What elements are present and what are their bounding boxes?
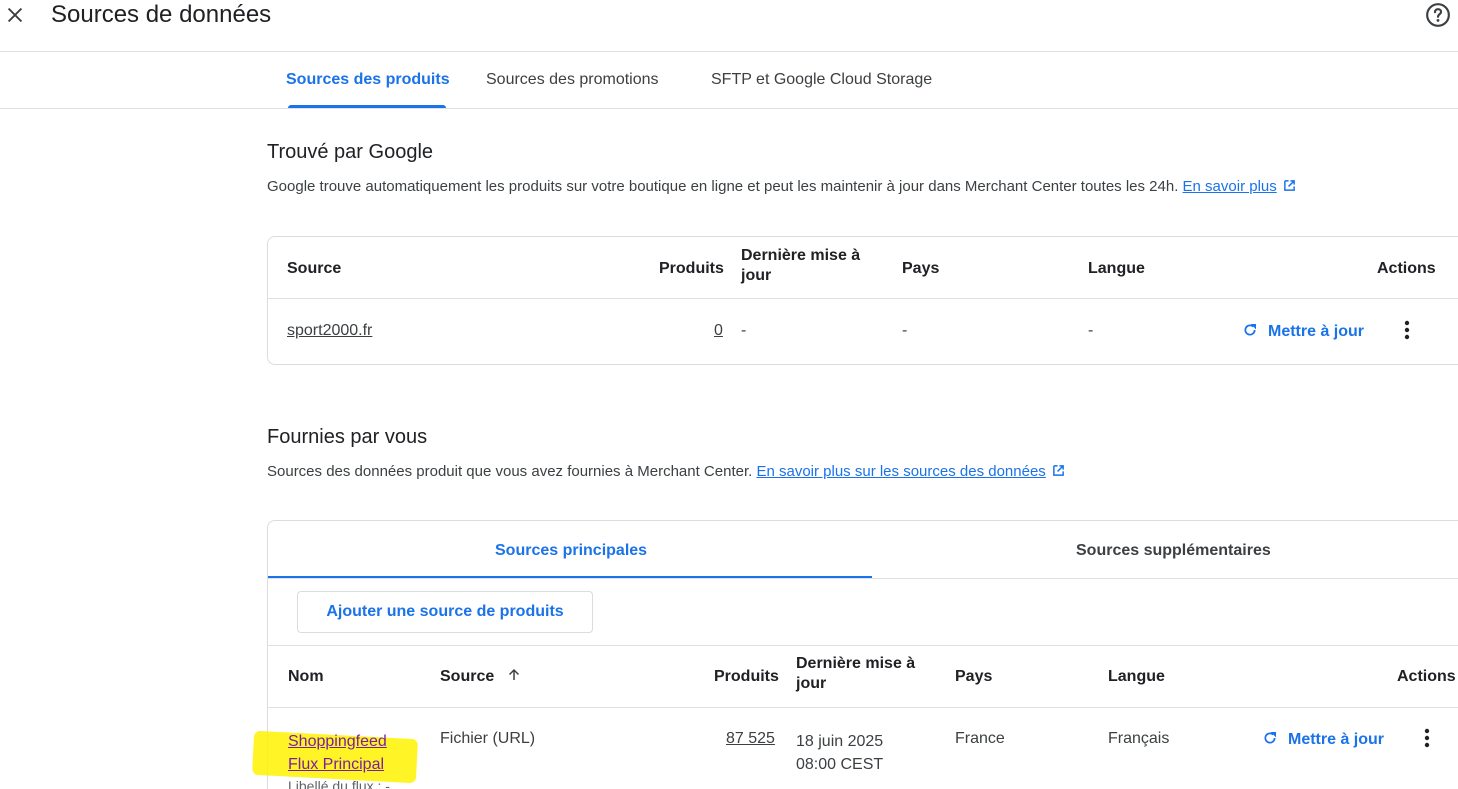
tab-sftp-gcs[interactable]: SFTP et Google Cloud Storage <box>711 71 932 89</box>
col-header-name: Nom <box>288 668 324 685</box>
learn-more-link[interactable]: En savoir plus <box>1183 178 1277 195</box>
source-name-line1: Shoppingfeed <box>288 733 387 750</box>
arrow-up-icon <box>508 668 519 680</box>
language-value: - <box>1088 322 1094 339</box>
provided-by-you-desc-text: Sources des données produit que vous ave… <box>267 463 753 480</box>
help-icon[interactable] <box>1425 2 1451 28</box>
refresh-icon <box>1264 732 1276 744</box>
tab-primary-sources[interactable]: Sources principales <box>495 542 647 560</box>
col-header-language: Langue <box>1088 260 1145 277</box>
provided-sources-card: Sources principales Sources supplémentai… <box>251 520 1458 789</box>
products-count-link[interactable]: 87 525 <box>726 730 775 748</box>
page-header: Sources de données <box>0 0 1458 52</box>
add-product-source-button[interactable]: Ajouter une source de produits <box>297 591 593 633</box>
row-divider <box>268 298 1458 299</box>
col-header-last-update-line1: Dernière mise à <box>796 655 916 672</box>
col-header-source: Source <box>287 260 342 277</box>
found-by-google-desc-text: Google trouve automatiquement les produi… <box>267 178 1179 195</box>
tab-supplemental-sources[interactable]: Sources supplémentaires <box>1076 542 1271 560</box>
col-header-last-update: Dernière mise à jour <box>796 655 915 693</box>
last-update-date: 18 juin 2025 <box>796 733 884 750</box>
more-vert-icon[interactable] <box>1401 319 1413 341</box>
col-header-last-update-line1: Dernière mise à <box>741 247 861 264</box>
more-vert-icon[interactable] <box>1421 727 1433 749</box>
page-title: Sources de données <box>51 1 272 28</box>
source-name-link[interactable]: Shoppingfeed Flux Principal <box>288 730 387 776</box>
tab-promotion-sources[interactable]: Sources des promotions <box>486 71 659 89</box>
found-by-google-description: Google trouve automatiquement les produi… <box>267 178 1296 195</box>
products-count-link[interactable]: 0 <box>714 322 723 340</box>
source-link-sport2000[interactable]: sport2000.fr <box>287 322 372 340</box>
tab-product-sources[interactable]: Sources des produits <box>286 71 450 89</box>
col-header-last-update-line2: jour <box>796 675 827 692</box>
col-header-products: Produits <box>714 668 779 685</box>
col-header-language: Langue <box>1108 668 1165 685</box>
learn-more-data-sources-link[interactable]: En savoir plus sur les sources des donné… <box>756 463 1045 480</box>
found-by-google-table: Source Produits Dernière mise à jour Pay… <box>267 236 1458 365</box>
col-header-country: Pays <box>902 260 940 277</box>
row-divider <box>268 645 1458 646</box>
country-value: - <box>902 322 908 339</box>
provided-by-you-description: Sources des données produit que vous ave… <box>267 463 1065 480</box>
refresh-button-label: Mettre à jour <box>1268 323 1365 340</box>
main-tabs: Sources des produits Sources des promoti… <box>0 52 1458 109</box>
refresh-button[interactable]: Mettre à jour <box>1262 730 1384 749</box>
col-header-country: Pays <box>955 668 993 685</box>
col-header-source-label: Source <box>440 668 495 685</box>
col-header-actions: Actions <box>1397 668 1456 685</box>
col-header-actions: Actions <box>1377 260 1436 277</box>
found-by-google-title: Trouvé par Google <box>267 141 434 163</box>
col-header-source-sortable[interactable]: Source <box>440 668 521 686</box>
provided-by-you-title: Fournies par vous <box>267 426 428 448</box>
source-type-value: Fichier (URL) <box>440 730 536 747</box>
external-link-icon <box>1283 180 1295 191</box>
external-link-icon <box>1052 465 1064 476</box>
language-value: Français <box>1108 730 1170 747</box>
close-icon[interactable] <box>4 4 26 26</box>
last-update-value: 18 juin 2025 08:00 CEST <box>796 730 883 776</box>
col-header-last-update: Dernière mise à jour <box>741 247 860 285</box>
refresh-button-label: Mettre à jour <box>1288 731 1385 748</box>
refresh-button[interactable]: Mettre à jour <box>1242 322 1364 341</box>
last-update-value: - <box>741 322 747 339</box>
refresh-icon <box>1244 324 1256 336</box>
col-header-last-update-line2: jour <box>741 267 772 284</box>
country-value: France <box>955 730 1005 747</box>
active-tab-indicator <box>288 105 446 108</box>
subtab-divider <box>268 578 1458 579</box>
row-divider <box>268 707 1458 708</box>
col-header-products: Produits <box>659 260 724 277</box>
last-update-time: 08:00 CEST <box>796 756 884 773</box>
feed-label: Libellé du flux : - <box>288 778 390 789</box>
source-name-line2: Flux Principal <box>288 756 385 773</box>
